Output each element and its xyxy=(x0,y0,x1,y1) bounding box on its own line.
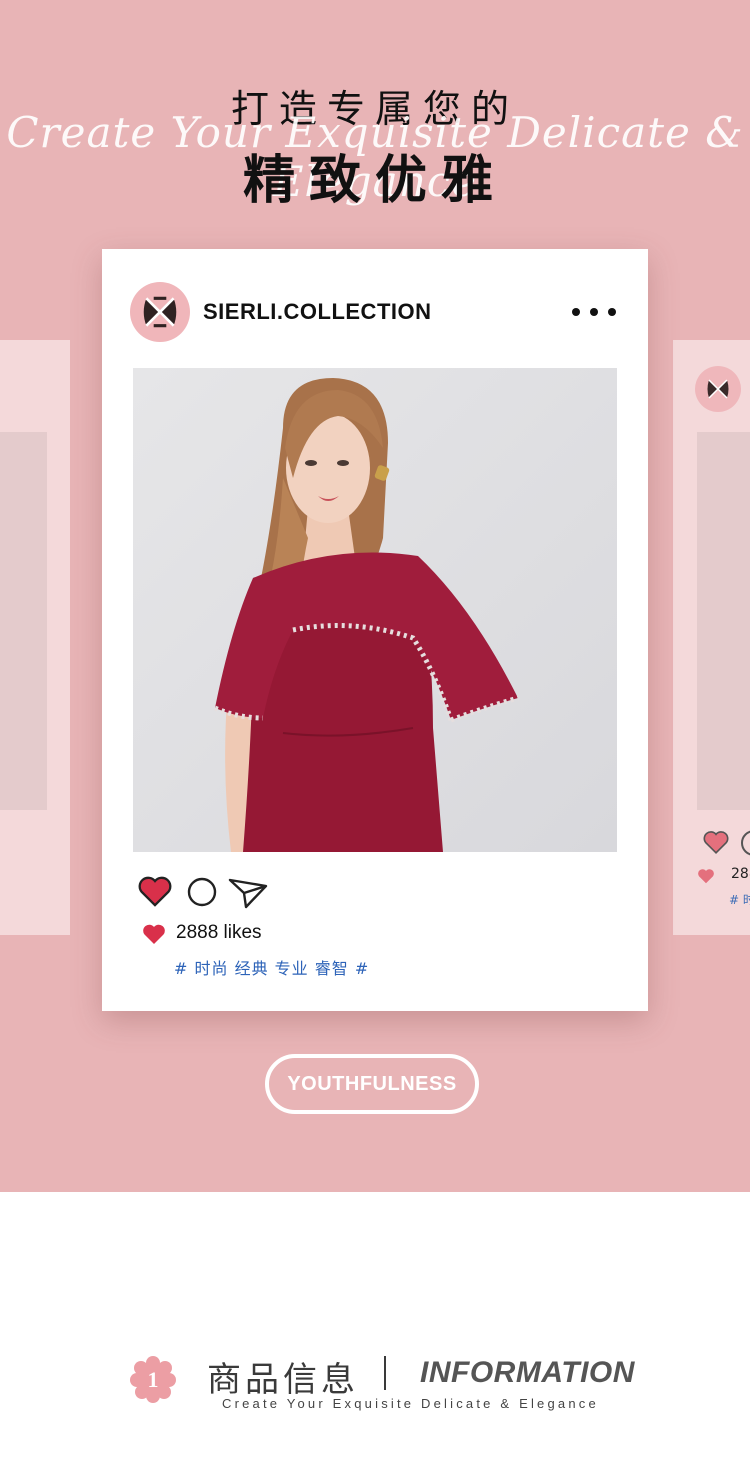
section-title-en: INFORMATION xyxy=(420,1356,635,1389)
section-divider xyxy=(384,1356,386,1390)
heart-icon[interactable] xyxy=(703,830,729,854)
post-hashtags[interactable]: # 时尚 经典 专业 睿智 # xyxy=(174,955,369,979)
previous-post-card[interactable] xyxy=(0,340,70,935)
youthfulness-button[interactable]: YOUTHFULNESS xyxy=(265,1054,479,1114)
heart-icon[interactable] xyxy=(138,875,172,907)
flower-badge-icon: 1 xyxy=(130,1356,176,1403)
model-illustration xyxy=(133,368,617,852)
logo-icon[interactable] xyxy=(130,282,190,342)
next-likes-count: 288 xyxy=(731,866,750,882)
previous-post-photo xyxy=(0,432,47,810)
section-subtitle: Create Your Exquisite Delicate & Eleganc… xyxy=(222,1396,599,1411)
youthfulness-label: YOUTHFULNESS xyxy=(287,1072,457,1095)
section-number: 1 xyxy=(148,1367,159,1392)
likes-count: 2888 likes xyxy=(176,922,262,943)
next-hashtags: # 时 xyxy=(729,893,750,907)
comment-icon[interactable] xyxy=(186,876,218,908)
next-post-card[interactable]: 288 # 时 xyxy=(673,340,750,935)
post-actions xyxy=(138,875,338,909)
more-icon[interactable] xyxy=(572,299,616,325)
heart-icon xyxy=(698,869,714,884)
hero-section: 打造专属您的 Create Your Exquisite Delicate & … xyxy=(0,0,750,1192)
product-info-heading: 1 商品信息 INFORMATION Create Your Exquisite… xyxy=(0,1340,750,1420)
comment-icon[interactable] xyxy=(741,830,750,856)
title-line-2: 精致优雅 xyxy=(242,151,507,211)
heart-icon xyxy=(143,924,165,944)
share-icon[interactable] xyxy=(228,877,268,909)
post-photo xyxy=(133,368,617,852)
section-title-cn: 商品信息 xyxy=(207,1360,359,1400)
logo-icon xyxy=(695,366,741,412)
next-post-photo xyxy=(697,432,750,810)
account-name[interactable]: SIERLI.COLLECTION xyxy=(203,299,432,325)
post-card: SIERLI.COLLECTION 2888 likes # 时尚 经典 专业 … xyxy=(102,249,648,1011)
